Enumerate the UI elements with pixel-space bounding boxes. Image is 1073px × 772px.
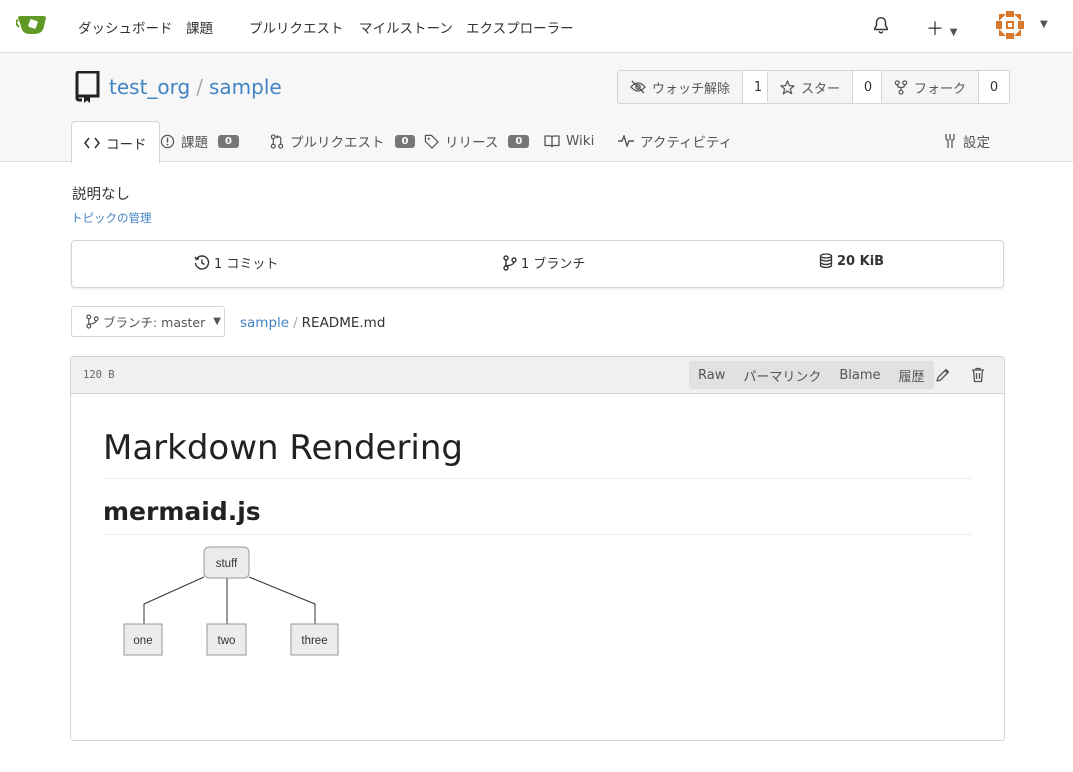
watch-button-group: ウォッチ解除 1 — [617, 70, 775, 104]
manage-topics-link[interactable]: トピックの管理 — [71, 210, 152, 226]
pulls-count-badge: 0 — [394, 134, 416, 148]
tab-releases[interactable]: リリース 0 — [424, 121, 530, 161]
tab-releases-label: リリース — [445, 135, 499, 151]
repo-title-separator: / — [196, 75, 203, 99]
branches-stat[interactable]: 1 ブランチ — [503, 253, 585, 272]
repo-title: test_org / sample — [109, 75, 282, 99]
pulse-icon — [618, 135, 634, 147]
tab-activity-label: アクティビティ — [640, 135, 733, 151]
tag-icon — [424, 134, 439, 149]
tab-settings-label: 設定 — [963, 135, 990, 151]
fork-count[interactable]: 0 — [979, 71, 1010, 103]
file-action-buttons: Raw パーマリンク Blame 履歴 — [689, 361, 934, 389]
branch-icon — [503, 254, 517, 271]
tools-icon — [945, 134, 955, 148]
star-button-group: スター 0 — [767, 70, 885, 104]
nav-explore[interactable]: エクスプローラー — [466, 17, 574, 37]
tab-issues-label: 課題 — [181, 135, 208, 151]
edge-stuff-one — [140, 576, 205, 632]
create-menu-button[interactable]: ＋ ▼ — [926, 15, 957, 41]
repo-header: test_org / sample ウォッチ解除 1 スター 0 フォーク 0 コー… — [0, 53, 1073, 163]
commits-count: 1 コミット — [214, 257, 279, 272]
raw-button[interactable]: Raw — [689, 368, 734, 383]
issues-count-badge: 0 — [218, 134, 239, 148]
repo-name-link[interactable]: sample — [209, 75, 282, 99]
history-icon — [194, 254, 210, 270]
top-navbar: ダッシュボード 課題 プルリクエスト マイルストーン エクスプローラー ＋ ▼ … — [0, 0, 1073, 53]
branch-dropdown-label: ブランチ: master — [103, 315, 206, 330]
repo-tabs: コード 課題 0 プルリクエスト 0 リリース 0 Wiki アクティビティ 設… — [0, 121, 1073, 163]
branch-dropdown[interactable]: ブランチ: master ▼ — [71, 306, 225, 337]
unwatch-label: ウォッチ解除 — [652, 81, 731, 97]
node-two-label: two — [218, 635, 236, 647]
tab-pulls[interactable]: プルリクエスト 0 — [270, 121, 416, 161]
nav-pulls[interactable]: プルリクエスト — [249, 17, 344, 37]
file-breadcrumb: sample / README.md — [240, 315, 385, 331]
unwatch-button[interactable]: ウォッチ解除 — [618, 71, 744, 103]
breadcrumb-current-file: README.md — [301, 315, 386, 331]
breadcrumb-repo-link[interactable]: sample — [240, 315, 289, 331]
tab-wiki-label: Wiki — [566, 133, 595, 149]
fork-label: フォーク — [914, 81, 967, 97]
chevron-down-icon: ▼ — [949, 27, 958, 38]
book-icon — [544, 135, 560, 148]
file-viewer: 120 B Raw パーマリンク Blame 履歴 Markdown Rende… — [70, 356, 1005, 741]
code-icon — [84, 137, 100, 148]
database-icon — [819, 253, 833, 269]
branch-icon — [86, 314, 99, 329]
fork-icon — [894, 79, 908, 95]
node-three-label: three — [301, 635, 327, 647]
file-header: 120 B Raw パーマリンク Blame 履歴 — [71, 357, 1004, 394]
repo-icon — [74, 70, 100, 107]
pencil-icon[interactable] — [935, 367, 951, 387]
chevron-down-icon: ▼ — [213, 316, 221, 327]
repo-owner-link[interactable]: test_org — [109, 75, 190, 99]
star-icon — [780, 79, 795, 94]
node-one-label: one — [133, 635, 152, 647]
eye-slash-icon — [630, 80, 646, 94]
repo-description: 説明なし — [72, 187, 130, 203]
mermaid-flowchart: stuff one two three — [123, 546, 339, 656]
nav-milestones[interactable]: マイルストーン — [359, 17, 453, 37]
tab-issues[interactable]: 課題 0 — [160, 121, 239, 161]
nav-dashboard[interactable]: ダッシュボード — [78, 17, 173, 37]
bell-icon[interactable] — [872, 16, 890, 38]
size-stat: 20 KiB — [819, 253, 884, 269]
commits-stat[interactable]: 1 コミット — [194, 253, 278, 272]
star-label: スター — [801, 81, 841, 97]
user-avatar[interactable] — [996, 11, 1024, 39]
branches-count: 1 ブランチ — [521, 257, 586, 272]
tab-code-label: コード — [106, 136, 147, 153]
tab-pulls-label: プルリクエスト — [290, 135, 385, 151]
repo-size: 20 KiB — [837, 253, 885, 269]
tab-wiki[interactable]: Wiki — [544, 121, 594, 161]
fork-button[interactable]: フォーク — [882, 71, 980, 103]
history-button[interactable]: 履歴 — [890, 366, 934, 385]
releases-count-badge: 0 — [508, 134, 530, 148]
nav-issues[interactable]: 課題 — [186, 17, 213, 37]
edge-stuff-three — [248, 576, 319, 632]
star-button[interactable]: スター — [768, 71, 854, 103]
tab-activity[interactable]: アクティビティ — [618, 121, 732, 161]
permalink-button[interactable]: パーマリンク — [734, 366, 830, 385]
chevron-down-icon[interactable]: ▼ — [1040, 19, 1048, 30]
issue-icon — [160, 134, 175, 148]
star-count[interactable]: 0 — [853, 71, 884, 103]
tab-code[interactable]: コード — [71, 121, 160, 163]
pull-request-icon — [270, 133, 284, 149]
readme-heading-1: Markdown Rendering — [103, 394, 973, 479]
node-stuff-label: stuff — [216, 558, 238, 570]
file-size: 120 B — [83, 369, 115, 381]
tab-settings[interactable]: 設定 — [943, 121, 990, 161]
readme-content: Markdown Rendering mermaid.js — [103, 394, 973, 535]
trash-icon[interactable] — [971, 367, 985, 387]
repo-stats-bar: 1 コミット 1 ブランチ 20 KiB — [71, 240, 1004, 288]
gitea-logo-icon[interactable] — [15, 12, 48, 42]
fork-button-group: フォーク 0 — [881, 70, 1011, 104]
blame-button[interactable]: Blame — [830, 368, 889, 383]
readme-heading-2: mermaid.js — [103, 479, 973, 535]
breadcrumb-divider: / — [293, 315, 298, 331]
